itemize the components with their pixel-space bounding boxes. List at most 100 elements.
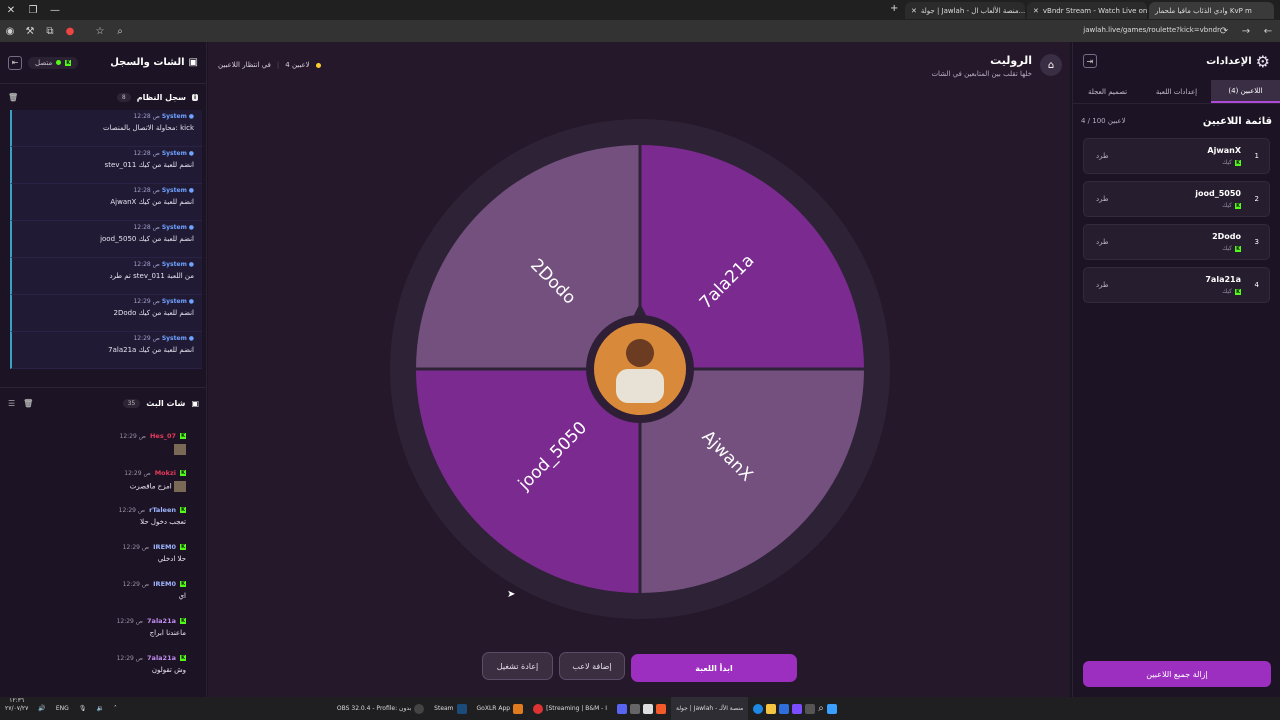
filter-icon[interactable]: ☰	[8, 399, 15, 408]
start-game-button[interactable]: ابدأ اللعبة	[631, 654, 797, 682]
back-icon[interactable]: ←	[1258, 20, 1278, 42]
chat-username[interactable]: IREM0	[153, 543, 176, 551]
browser-tab-vbndr[interactable]: ✕ vBndr Stream - Watch Live on	[1027, 2, 1147, 19]
kick-player-button[interactable]: طرد	[1096, 281, 1109, 289]
brave-icon[interactable]	[656, 703, 666, 714]
close-tab-icon[interactable]: ✕	[1033, 7, 1039, 15]
taskbar-clock[interactable]: ١٢:٣٦ ٢٧/٠٧/٢٧	[0, 697, 33, 720]
tab-game-settings[interactable]: إعدادات اللعبة	[1142, 80, 1211, 103]
chat-username[interactable]: IREM0	[153, 580, 176, 588]
player-platform: كيك K	[1222, 245, 1241, 252]
profile-icon[interactable]: ◉	[0, 20, 20, 42]
taskbar-obs[interactable]: OBS 32.0.4 - Profile: بدون	[332, 697, 429, 720]
entry-user: System	[161, 261, 187, 268]
trash-icon[interactable]: 🗑	[23, 399, 33, 408]
tab-players[interactable]: اللاعبين (4)	[1211, 80, 1280, 103]
chat-username[interactable]: rTaleen	[149, 506, 176, 514]
tab-wheel-design[interactable]: تصميم العجلة	[1073, 80, 1142, 103]
system-log-entry: 12:28 ص System ● AjwanX انضم للعبة من كي…	[10, 184, 202, 221]
restart-button[interactable]: إعادة تشغيل	[482, 652, 553, 680]
discord-icon[interactable]	[617, 703, 627, 714]
chat-username[interactable]: Mokzi	[155, 469, 176, 477]
system-log-entry: 12:29 ص System ● 7ala21a انضم للعبة من ك…	[10, 332, 202, 369]
tools-icon[interactable]: ⚒	[20, 20, 40, 42]
chat-meta: 12:29 ص rTaleen K	[0, 506, 186, 514]
microphone-icon[interactable]: 🎙	[74, 697, 92, 720]
kick-player-button[interactable]: طرد	[1096, 238, 1109, 246]
close-window-icon[interactable]: ✕	[0, 0, 22, 20]
kick-player-button[interactable]: طرد	[1096, 195, 1109, 203]
taskbar-browser[interactable]: جولة | Jawlah - منصة الألـ	[671, 697, 749, 720]
bookmark-star-icon[interactable]: ☆	[90, 20, 110, 42]
browser-toolbar: ◉ ⚒ ⧉ ● ☆ ⌕ jawlah.live/games/roulette?k…	[0, 20, 1280, 42]
search-icon[interactable]: ⌕	[818, 703, 824, 714]
trash-icon[interactable]: 🗑	[8, 93, 18, 102]
entry-text: AjwanX انضم للعبة من كيك	[110, 198, 194, 206]
settings-header: ⇥ الإعدادات ⚙	[1073, 42, 1280, 80]
chat-message: 12:29 ص 7ala21a K ماعندنا ابراج	[0, 617, 200, 654]
player-name: 7ala21a	[1205, 275, 1241, 284]
speaker-icon[interactable]: 🔊	[33, 697, 50, 720]
page-subtitle: خلها تقلب بين المتابعين في الشات	[931, 70, 1032, 78]
tray-chevron-icon[interactable]: ˄	[109, 697, 122, 720]
minimize-window-icon[interactable]: —	[44, 0, 66, 20]
edge-icon[interactable]	[753, 703, 764, 714]
entry-time: 12:28 ص	[133, 113, 160, 120]
app-icon[interactable]	[643, 703, 653, 714]
entry-time: 12:28 ص	[133, 261, 160, 268]
system-log-entry: 12:28 ص System ● محاولة الاتصال بالمنصات…	[10, 110, 202, 147]
language-indicator[interactable]: ENG	[51, 697, 74, 720]
forward-icon[interactable]: →	[1236, 20, 1256, 42]
kick-icon: K	[1235, 245, 1241, 252]
chat-message: 12:29 ص Mokzi K امزح ماقصرت	[0, 469, 200, 506]
chat-text: امزح ماقصرت	[0, 481, 186, 492]
browser-tab-jawlah[interactable]: ✕ جولة | Jawlah - منصة الألعاب ال...	[905, 2, 1025, 19]
player-platform: كيك K	[1222, 202, 1241, 209]
chat-text: تعجب دخول حلا	[140, 518, 186, 526]
entry-meta: 12:28 ص System ●	[20, 224, 194, 231]
shield-icon: ●	[188, 261, 194, 268]
remove-all-players-button[interactable]: إزالة جميع اللاعبين	[1083, 661, 1271, 687]
kick-icon: K	[180, 544, 186, 550]
system-log-entry: 12:28 ص System ● stev_011 انضم للعبة من …	[10, 147, 202, 184]
roulette-wheel[interactable]: 7ala21aAjwanXjood_50502Dodo	[388, 117, 892, 621]
close-tab-icon[interactable]: ✕	[911, 7, 917, 15]
chat-username[interactable]: Hes_07	[150, 432, 176, 440]
live-chat-list[interactable]: 12:29 ص Hes_07 K 12:29 ص Mokzi K امزح ماقصرت…	[0, 432, 200, 697]
kick-player-button[interactable]: طرد	[1096, 152, 1109, 160]
chat-meta: 12:29 ص Mokzi K	[0, 469, 186, 477]
taskbar-goxlr[interactable]: GoXLR App	[472, 697, 529, 720]
separator: |	[276, 61, 280, 69]
taskbar-streaming[interactable]: [Streaming | B&M - I	[528, 697, 612, 720]
app-icon[interactable]	[792, 703, 803, 714]
system-log-list[interactable]: 12:28 ص System ● محاولة الاتصال بالمنصات…	[10, 110, 202, 380]
collapse-panel-icon[interactable]: ⇥	[1083, 54, 1097, 68]
address-url[interactable]: jawlah.live/games/roulette?kick=vbndr	[1083, 26, 1220, 34]
folder-icon[interactable]	[766, 703, 777, 714]
taskbar-steam[interactable]: Steam	[429, 697, 471, 720]
settings-title: الإعدادات	[1206, 55, 1252, 67]
reload-icon[interactable]: ⟳	[1214, 20, 1234, 42]
app-icon[interactable]	[630, 703, 640, 714]
add-player-button[interactable]: إضافة لاعب	[559, 652, 625, 680]
shield-icon: ●	[188, 298, 194, 305]
entry-user: System	[161, 224, 187, 231]
restore-window-icon[interactable]: ❐	[22, 0, 44, 20]
browser-tab-kvp[interactable]: وادي الذئاب مافيا ملحمار KvP m	[1149, 2, 1274, 19]
record-icon[interactable]: ●	[60, 20, 80, 42]
windows-start-icon[interactable]	[826, 703, 837, 714]
volume-icon[interactable]: 🔉	[91, 697, 108, 720]
home-icon[interactable]: ⌂	[1040, 54, 1062, 76]
chat-time: 12:29 ص	[116, 654, 144, 662]
emote-icon	[174, 444, 186, 455]
chat-username[interactable]: 7ala21a	[147, 654, 176, 662]
new-tab-icon[interactable]: +	[890, 3, 898, 14]
chat-username[interactable]: 7ala21a	[147, 617, 176, 625]
app-icon[interactable]	[779, 703, 790, 714]
extensions-icon[interactable]: ⧉	[40, 20, 60, 42]
zoom-icon[interactable]: ⌕	[110, 20, 130, 42]
collapse-panel-icon[interactable]: ⇤	[8, 55, 22, 70]
app-icon[interactable]	[805, 703, 816, 714]
entry-time: 12:29 ص	[133, 335, 160, 342]
gear-icon: ⚙	[1255, 51, 1270, 71]
